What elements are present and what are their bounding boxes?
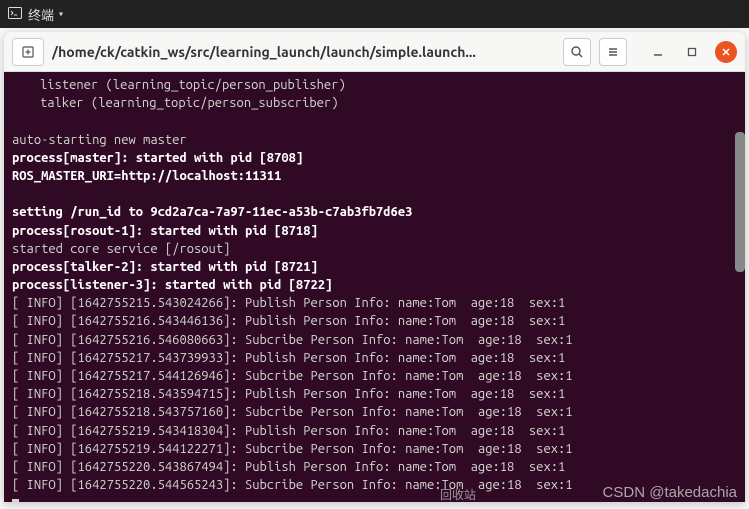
terminal-line: process[master]: started with pid [8708] <box>12 149 737 167</box>
terminal-line: [ INFO] [1642755217.544126946]: Subcribe… <box>12 367 737 385</box>
terminal-line: auto-starting new master <box>12 131 737 149</box>
terminal-cursor <box>12 499 19 503</box>
desktop-top-bar: 终端 ▾ <box>0 0 749 28</box>
new-tab-button[interactable] <box>12 38 44 66</box>
close-button[interactable] <box>715 41 737 63</box>
terminal-line: [ INFO] [1642755220.543867494]: Publish … <box>12 458 737 476</box>
terminal-line: [ INFO] [1642755216.546080663]: Subcribe… <box>12 331 737 349</box>
terminal-line: setting /run_id to 9cd2a7ca-7a97-11ec-a5… <box>12 203 737 221</box>
watermark-text: CSDN @takedachia <box>603 484 737 501</box>
terminal-line: [ INFO] [1642755219.544122271]: Subcribe… <box>12 440 737 458</box>
terminal-line: [ INFO] [1642755215.543024266]: Publish … <box>12 294 737 312</box>
desktop-hint-text: 回收站 <box>440 486 476 503</box>
terminal-line: ROS_MASTER_URI=http://localhost:11311 <box>12 167 737 185</box>
window-titlebar: /home/ck/catkin_ws/src/learning_launch/l… <box>4 32 745 72</box>
terminal-line: listener (learning_topic/person_publishe… <box>12 76 737 94</box>
terminal-line: process[listener-3]: started with pid [8… <box>12 276 737 294</box>
scrollbar-thumb[interactable] <box>735 132 745 272</box>
minimize-button[interactable] <box>647 41 669 63</box>
app-menu-label[interactable]: 终端 <box>28 5 54 24</box>
terminal-line: [ INFO] [1642755218.543594715]: Publish … <box>12 385 737 403</box>
terminal-line: [ INFO] [1642755216.543446136]: Publish … <box>12 312 737 330</box>
terminal-line: process[rosout-1]: started with pid [871… <box>12 222 737 240</box>
window-controls <box>647 41 737 63</box>
terminal-line <box>12 112 737 130</box>
search-button[interactable] <box>563 38 591 66</box>
terminal-line: process[talker-2]: started with pid [872… <box>12 258 737 276</box>
dropdown-arrow-icon[interactable]: ▾ <box>58 8 64 20</box>
terminal-content[interactable]: listener (learning_topic/person_publishe… <box>4 72 745 502</box>
window-title: /home/ck/catkin_ws/src/learning_launch/l… <box>52 44 555 60</box>
terminal-app-icon <box>8 6 22 23</box>
menu-button[interactable] <box>599 38 627 66</box>
maximize-button[interactable] <box>681 41 703 63</box>
terminal-line: talker (learning_topic/person_subscriber… <box>12 94 737 112</box>
terminal-line: [ INFO] [1642755218.543757160]: Subcribe… <box>12 403 737 421</box>
terminal-line <box>12 185 737 203</box>
terminal-line: [ INFO] [1642755219.543418304]: Publish … <box>12 422 737 440</box>
terminal-line: [ INFO] [1642755217.543739933]: Publish … <box>12 349 737 367</box>
terminal-window: /home/ck/catkin_ws/src/learning_launch/l… <box>4 32 745 502</box>
terminal-line: started core service [/rosout] <box>12 240 737 258</box>
